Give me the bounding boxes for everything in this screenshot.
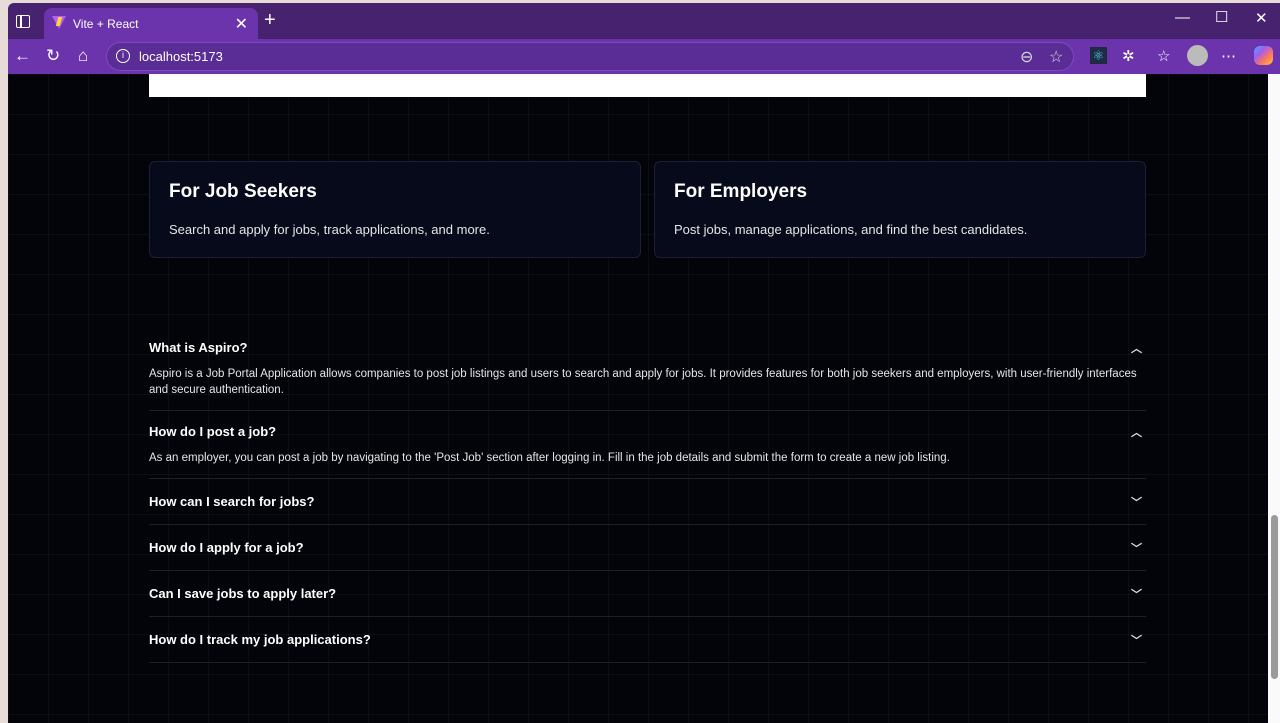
faq-question-text: How can I search for jobs?: [149, 494, 315, 509]
back-icon[interactable]: ←: [14, 46, 31, 66]
zoom-out-icon[interactable]: ⊖: [1020, 47, 1033, 67]
browser-toolbar: ← ↻ ⌂ i localhost:5173 ⊖ ☆ ⚛ ✲ ☆ ⋯: [8, 39, 1280, 74]
faq-question[interactable]: How do I post a job? ︿: [149, 413, 1146, 450]
close-window-button[interactable]: ✕: [1255, 9, 1268, 27]
faq-answer: As an employer, you can post a job by na…: [149, 452, 950, 464]
chevron-down-icon[interactable]: ﹀: [1131, 586, 1142, 602]
faq-question-text: How do I track my job applications?: [149, 632, 371, 647]
chevron-down-icon[interactable]: ﹀: [1131, 540, 1142, 556]
tab-active[interactable]: Vite + React ✕: [44, 8, 258, 39]
faq-item[interactable]: How do I track my job applications? ﹀: [149, 617, 1146, 663]
card-title: For Employers: [674, 181, 808, 202]
minimize-button[interactable]: —: [1175, 9, 1190, 26]
card-job-seekers: For Job Seekers Search and apply for job…: [149, 161, 641, 258]
faq-question-text: How do I apply for a job?: [149, 540, 304, 555]
faq-item[interactable]: What is Aspiro? ︿ Aspiro is a Job Portal A…: [149, 329, 1146, 411]
profile-avatar[interactable]: [1187, 45, 1208, 66]
favorites-icon[interactable]: ☆: [1157, 47, 1170, 65]
tab-bar: Vite + React ✕ + — ☐ ✕: [8, 3, 1280, 39]
favorite-star-icon[interactable]: ☆: [1049, 47, 1063, 67]
new-tab-button[interactable]: +: [264, 9, 276, 32]
faq-question-text: Can I save jobs to apply later?: [149, 586, 337, 601]
faq-item[interactable]: Can I save jobs to apply later? ﹀: [149, 571, 1146, 617]
vite-favicon-icon: [52, 16, 66, 29]
faq-question-text: How do I post a job?: [149, 424, 277, 439]
faq-item[interactable]: How do I post a job? ︿ As an employer, you…: [149, 413, 1146, 479]
faq-question[interactable]: How do I apply for a job? ﹀: [149, 525, 1146, 570]
faq-item[interactable]: How do I apply for a job? ﹀: [149, 525, 1146, 571]
react-devtools-icon[interactable]: ⚛: [1090, 47, 1107, 64]
faq-item[interactable]: How can I search for jobs? ﹀: [149, 479, 1146, 525]
browser-window: Vite + React ✕ + — ☐ ✕ ← ↻ ⌂ i localhost…: [8, 3, 1280, 723]
maximize-button[interactable]: ☐: [1215, 8, 1228, 26]
card-text: Post jobs, manage applications, and find…: [674, 222, 1028, 237]
faq-accordion: What is Aspiro? ︿ Aspiro is a Job Portal A…: [149, 327, 1146, 663]
address-bar[interactable]: i localhost:5173 ⊖ ☆: [106, 42, 1074, 71]
faq-question-text: What is Aspiro?: [149, 340, 248, 355]
home-icon[interactable]: ⌂: [78, 46, 88, 66]
page-viewport: For Job Seekers Search and apply for job…: [8, 74, 1268, 723]
extensions-icon[interactable]: ✲: [1122, 47, 1135, 65]
faq-question[interactable]: What is Aspiro? ︿: [149, 329, 1146, 366]
chevron-down-icon[interactable]: ﹀: [1131, 632, 1142, 648]
url-text: localhost:5173: [139, 49, 223, 64]
faq-question[interactable]: How can I search for jobs? ﹀: [149, 479, 1146, 524]
reload-icon[interactable]: ↻: [46, 46, 60, 66]
tab-title: Vite + React: [73, 17, 139, 31]
white-section: [149, 74, 1146, 97]
faq-question[interactable]: Can I save jobs to apply later? ﹀: [149, 571, 1146, 616]
chevron-down-icon[interactable]: ﹀: [1131, 494, 1142, 510]
card-employers: For Employers Post jobs, manage applicat…: [654, 161, 1146, 258]
copilot-icon[interactable]: [1254, 46, 1273, 65]
scrollbar[interactable]: [1268, 74, 1280, 723]
card-text: Search and apply for jobs, track applica…: [169, 222, 490, 237]
card-title: For Job Seekers: [169, 181, 317, 202]
scrollbar-thumb[interactable]: [1271, 515, 1278, 679]
faq-answer: Aspiro is a Job Portal Application allow…: [149, 368, 1137, 396]
tab-actions-icon[interactable]: [16, 15, 30, 28]
faq-question[interactable]: How do I track my job applications? ﹀: [149, 617, 1146, 662]
chevron-up-icon[interactable]: ︿: [1131, 424, 1142, 440]
more-menu-icon[interactable]: ⋯: [1221, 47, 1236, 65]
site-info-icon[interactable]: i: [116, 49, 130, 63]
close-tab-icon[interactable]: ✕: [235, 14, 248, 34]
chevron-up-icon[interactable]: ︿: [1131, 340, 1142, 356]
